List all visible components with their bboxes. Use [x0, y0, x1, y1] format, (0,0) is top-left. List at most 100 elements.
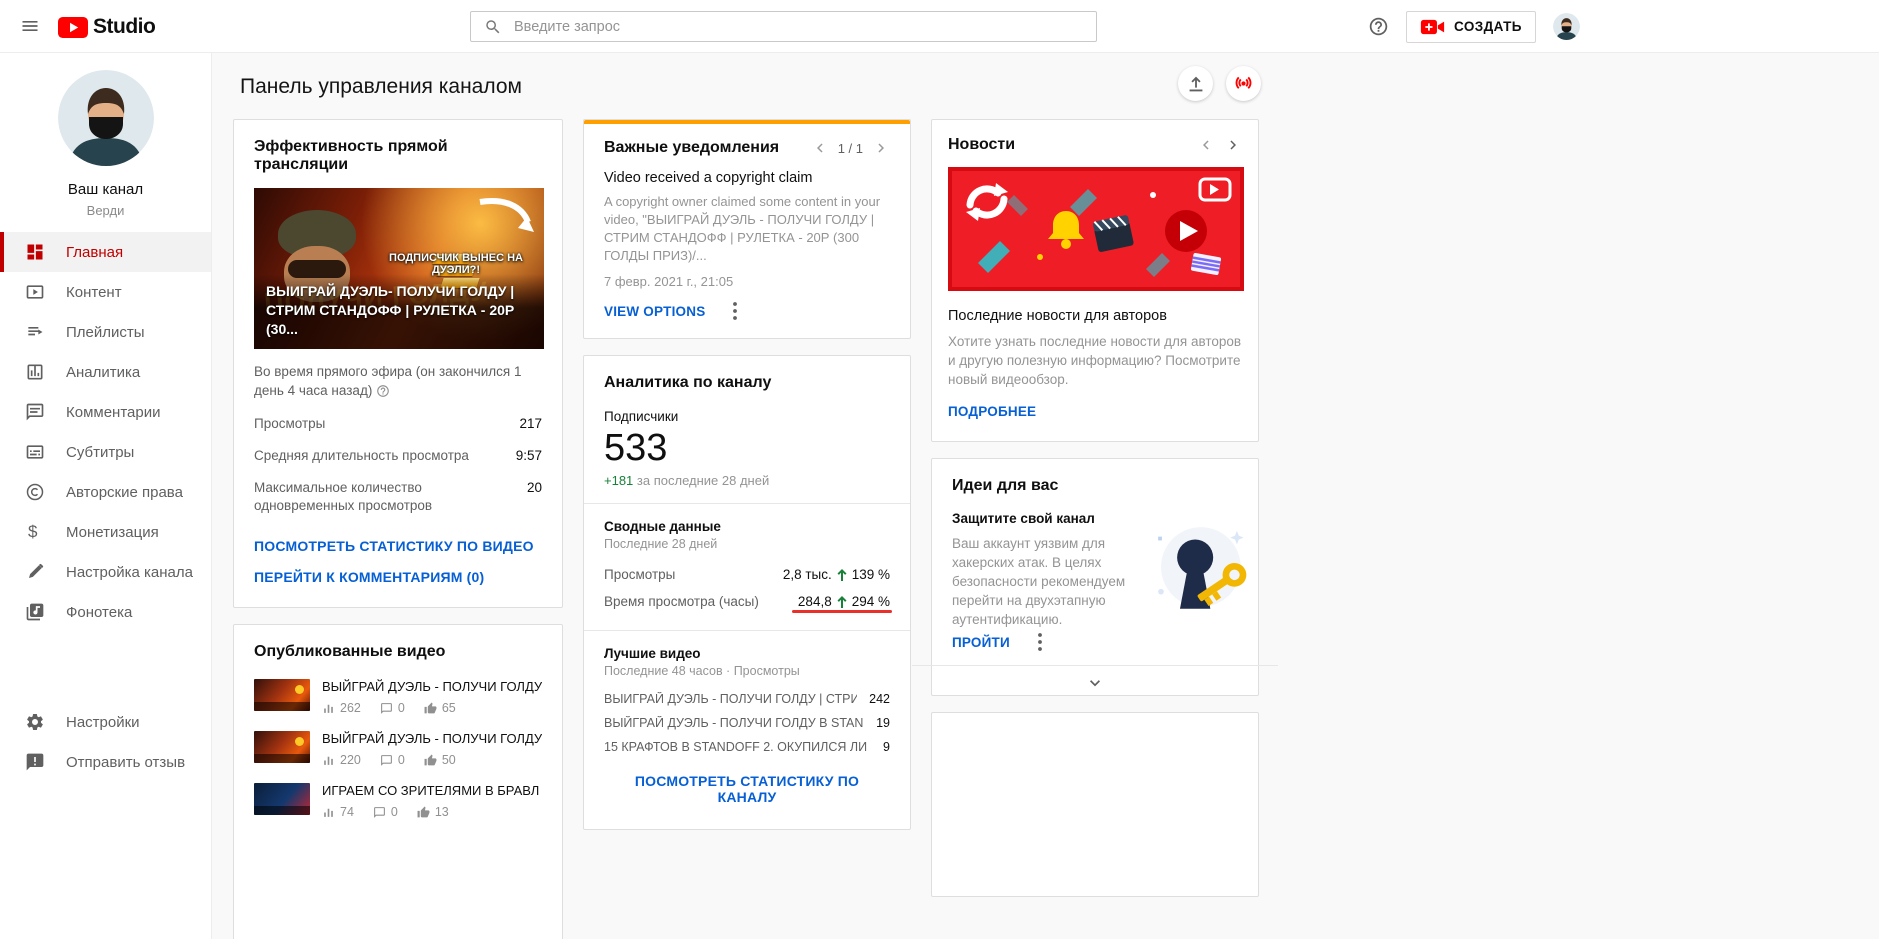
sidebar-item-content[interactable]: Контент [0, 272, 211, 312]
sidebar-item-playlists[interactable]: Плейлисты [0, 312, 211, 352]
settings-icon [25, 712, 45, 732]
sidebar-item-settings[interactable]: Настройки [0, 702, 211, 742]
top-videos-title: Лучшие видео [604, 646, 701, 661]
summary-row: Время просмотра (часы) 284,8 294 % [604, 588, 892, 615]
search-input[interactable] [514, 18, 1096, 35]
view-options-link[interactable]: VIEW OPTIONS [604, 304, 705, 319]
main-content: Панель управления каналом Эффективность … [213, 53, 1879, 939]
card-title: Аналитика по каналу [604, 374, 772, 391]
top-video-row[interactable]: ВЫИГРАЙ ДУЭЛЬ - ПОЛУЧИ ГОЛДУ | СТРИМ СТА… [604, 687, 890, 711]
subscribers-label: Подписчики [604, 409, 679, 424]
topbar-right: СОЗДАТЬ [1368, 0, 1580, 53]
sidebar-footer: Настройки Отправить отзыв [0, 702, 211, 782]
search-box[interactable] [470, 11, 1097, 42]
comments-icon [380, 754, 392, 766]
sidebar: Ваш канал Верди Главная Контент Плейлист… [0, 53, 212, 939]
idea-menu-button[interactable] [1037, 633, 1042, 651]
help-circle-icon[interactable] [376, 384, 390, 398]
news-card: Новости Последние новости для авторов Хо… [931, 119, 1259, 442]
stat-row: Просмотры 217 [254, 416, 542, 431]
up-arrow-icon [837, 595, 847, 608]
help-button[interactable] [1368, 16, 1389, 37]
sidebar-item-subtitles[interactable]: Субтитры [0, 432, 211, 472]
sidebar-item-customization[interactable]: Настройка канала [0, 552, 211, 592]
feedback-icon [25, 752, 45, 772]
sidebar-item-audio-library[interactable]: Фонотека [0, 592, 211, 632]
news-more-link[interactable]: ПОДРОБНЕЕ [948, 404, 1036, 419]
notifications-card: Важные уведомления 1 / 1 Video received … [583, 119, 911, 339]
sidebar-item-send-feedback[interactable]: Отправить отзыв [0, 742, 211, 782]
news-item-body: Хотите узнать последние новости для авто… [948, 334, 1242, 387]
likes-stat: 65 [424, 701, 456, 715]
divider [584, 503, 910, 504]
topbar: Studio СОЗДАТЬ [0, 0, 1879, 53]
comments-icon [380, 702, 392, 714]
subscribers-count: 533 [604, 427, 668, 469]
thumbnail-caption: ПОДПИСЧИК ВЫНЕС НА ДУЭЛИ?! [389, 252, 523, 276]
customization-icon [25, 562, 45, 582]
chevron-left-icon [816, 143, 823, 153]
security-illustration [1142, 517, 1254, 629]
top-video-row[interactable]: 15 КРАФТОВ В STANDOFF 2. ОКУПИЛСЯ ЛИ Я? … [604, 735, 890, 759]
create-button[interactable]: СОЗДАТЬ [1406, 10, 1536, 43]
prev-page-button[interactable] [811, 139, 829, 157]
channel-name: Ваш канал [67, 181, 144, 198]
video-row[interactable]: ИГРАЕМ СО ЗРИТЕЛЯМИ В БРАВЛ СТАРС/В... 7… [254, 775, 542, 827]
news-prev-button[interactable] [1197, 136, 1215, 154]
comments-icon [25, 402, 45, 422]
take-action-link[interactable]: ПРОЙТИ [952, 635, 1010, 650]
create-button-label: СОЗДАТЬ [1454, 19, 1522, 34]
youtube-studio-logo[interactable]: Studio [58, 15, 156, 39]
copyright-icon [25, 482, 45, 502]
news-banner-image[interactable] [948, 167, 1244, 291]
sidebar-item-comments[interactable]: Комментарии [0, 392, 211, 432]
expand-card-button[interactable] [932, 666, 1258, 695]
create-video-icon [1420, 18, 1445, 36]
news-next-button[interactable] [1224, 136, 1242, 154]
comments-icon [373, 806, 385, 818]
notification-menu-button[interactable] [733, 302, 738, 320]
channel-stats-link[interactable]: ПОСМОТРЕТЬ СТАТИСТИКУ ПО КАНАЛУ [604, 773, 890, 805]
up-arrow-icon [837, 568, 847, 581]
upload-icon [1189, 76, 1202, 91]
notification-title: Video received a copyright claim [604, 170, 813, 186]
chevron-down-icon [1090, 680, 1100, 687]
subscribers-delta: +181 за последние 28 дней [604, 473, 770, 488]
page-title: Панель управления каналом [240, 75, 522, 98]
kebab-menu-icon [733, 302, 738, 320]
notification-date: 7 февр. 2021 г., 21:05 [604, 274, 734, 289]
upload-video-button[interactable] [1178, 66, 1213, 101]
dashboard-actions [1178, 66, 1261, 101]
menu-icon[interactable] [20, 16, 40, 36]
partial-card [931, 712, 1259, 897]
sidebar-item-monetization[interactable]: $ Монетизация [0, 512, 211, 552]
account-avatar[interactable] [1552, 13, 1580, 40]
card-title: Эффективность прямой трансляции [254, 138, 448, 173]
comments-stat: 0 [380, 701, 405, 715]
next-page-button[interactable] [872, 139, 890, 157]
idea-body: Ваш аккаунт уязвим для хакерских атак. В… [952, 536, 1126, 627]
video-stats-link[interactable]: ПОСМОТРЕТЬ СТАТИСТИКУ ПО ВИДЕО [254, 538, 534, 554]
sidebar-item-dashboard[interactable]: Главная [0, 232, 211, 272]
top-video-row[interactable]: ВЫЙГРАЙ ДУЭЛЬ - ПОЛУЧИ ГОЛДУ В STANDOFF … [604, 711, 890, 735]
stream-thumbnail[interactable]: ПОЛУЧИ ГОЛДУ ПОДПИСЧИК ВЫНЕС НА ДУЭЛИ?! … [254, 188, 544, 349]
video-row[interactable]: ВЫЙГРАЙ ДУЭЛЬ - ПОЛУЧИ ГОЛДУ В STAN... 2… [254, 671, 542, 723]
stat-row: Средняя длительность просмотра 9:57 [254, 448, 542, 463]
video-row[interactable]: ВЫЙГРАЙ ДУЭЛЬ - ПОЛУЧИ ГОЛДУ В STAN... 2… [254, 723, 542, 775]
sidebar-item-copyright[interactable]: Авторские права [0, 472, 211, 512]
audio-library-icon [25, 602, 45, 622]
likes-stat: 50 [424, 753, 456, 767]
likes-icon [417, 806, 430, 817]
channel-avatar[interactable] [57, 70, 154, 166]
idea-title: Защитите свой канал [952, 511, 1095, 526]
sidebar-item-analytics[interactable]: Аналитика [0, 352, 211, 392]
comments-stat: 0 [373, 805, 398, 819]
news-item-title: Последние новости для авторов [948, 308, 1167, 324]
stream-performance-card: Эффективность прямой трансляции ПОЛУЧИ Г… [233, 119, 563, 608]
kebab-menu-icon [1037, 633, 1042, 651]
go-live-button[interactable] [1226, 66, 1261, 101]
summary-row: Просмотры 2,8 тыс. 139 % [604, 567, 890, 582]
ideas-card: Идеи для вас Защитите свой канал Ваш акк… [912, 458, 1278, 696]
views-stat: 220 [322, 753, 361, 767]
go-to-comments-link[interactable]: ПЕРЕЙТИ К КОММЕНТАРИЯМ (0) [254, 569, 484, 585]
